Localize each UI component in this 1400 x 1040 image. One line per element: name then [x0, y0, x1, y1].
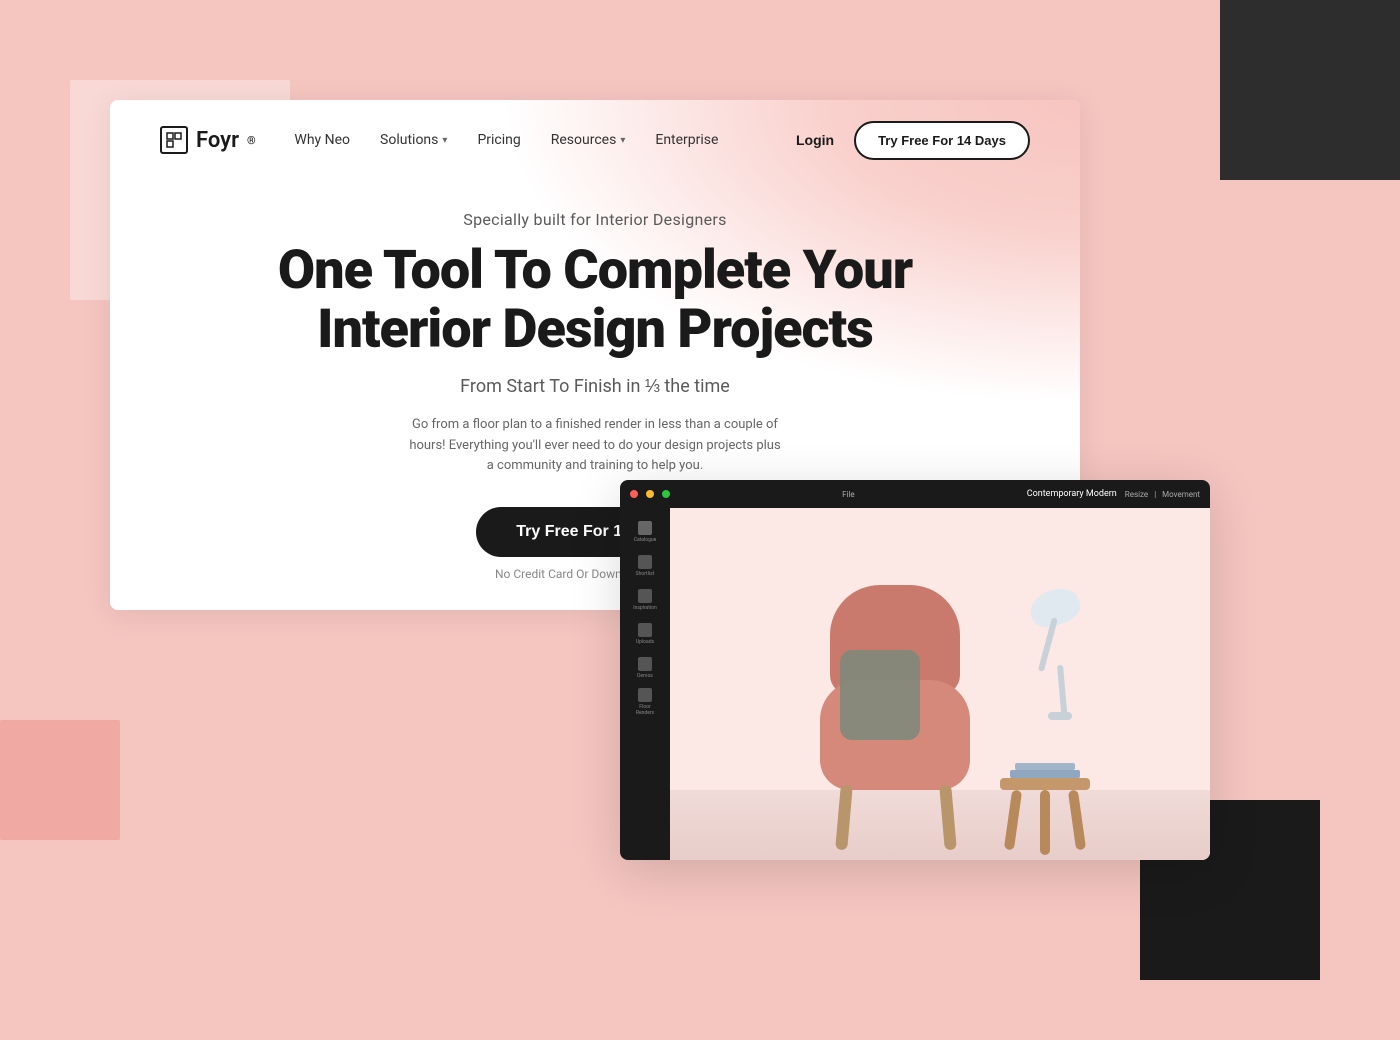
- hero-description: Go from a floor plan to a finished rende…: [405, 415, 785, 477]
- resize-icon: Resize: [1125, 490, 1148, 499]
- sidebar-item-inspiration: Inspiration: [631, 586, 659, 614]
- nav-link-why-neo[interactable]: Why Neo: [294, 132, 350, 148]
- nav-link-enterprise[interactable]: Enterprise: [655, 132, 718, 148]
- nav-link-pricing[interactable]: Pricing: [477, 132, 520, 148]
- bg-decoration-2: [0, 720, 120, 840]
- nav-actions: Login Try Free For 14 Days: [796, 121, 1030, 160]
- sidebar-item-shortlist: Shortlist: [631, 552, 659, 580]
- chair-leg-front-right: [939, 785, 957, 851]
- mockup-sidebar: Catalogue Shortlist Inspiration Uploads …: [620, 508, 670, 860]
- sidebar-item-demos: Demos: [631, 654, 659, 682]
- try-free-button[interactable]: Try Free For 14 Days: [854, 121, 1030, 160]
- hero-title: One Tool To Complete Your Interior Desig…: [190, 241, 1000, 360]
- file-menu: File: [678, 490, 1019, 499]
- logo-trademark: ®: [247, 134, 256, 147]
- sidebar-item-catalogue: Catalogue: [631, 518, 659, 546]
- hero-subtitle: Specially built for Interior Designers: [190, 210, 1000, 229]
- sidebar-item-floor-renders: Floor Renders: [631, 688, 659, 716]
- hero-tagline: From Start To Finish in ⅓ the time: [190, 376, 1000, 397]
- table-book-top: [1010, 770, 1080, 778]
- side-table: [1000, 778, 1090, 790]
- nav-link-solutions[interactable]: Solutions ▾: [380, 132, 447, 148]
- table-leg-1: [1004, 790, 1022, 851]
- mockup-body: Catalogue Shortlist Inspiration Uploads …: [620, 508, 1210, 860]
- mockup-canvas: [670, 508, 1210, 860]
- toolbar-icons: Resize | Movement: [1125, 490, 1200, 499]
- mockup-toolbar-title: Contemporary Modern: [1027, 489, 1117, 499]
- chevron-down-icon-2: ▾: [620, 135, 625, 146]
- logo-icon: [160, 126, 188, 154]
- mockup-toolbar: File Contemporary Modern Resize | Moveme…: [620, 480, 1210, 508]
- movement-icon: Movement: [1162, 490, 1200, 499]
- app-mockup: File Contemporary Modern Resize | Moveme…: [620, 480, 1210, 860]
- chair-cushion: [840, 650, 920, 740]
- table-book-bottom: [1015, 763, 1075, 770]
- table-leg-3: [1040, 790, 1050, 855]
- chair-leg-front-left: [835, 785, 853, 851]
- login-button[interactable]: Login: [796, 132, 834, 148]
- lamp: [1030, 590, 1080, 625]
- table-top: [1000, 778, 1090, 790]
- toolbar-close-dot: [630, 490, 638, 498]
- table-leg-2: [1068, 790, 1086, 851]
- chair-scene: [670, 508, 1210, 860]
- lamp-base: [1048, 712, 1072, 720]
- sidebar-item-uploads: Uploads: [631, 620, 659, 648]
- nav-link-resources[interactable]: Resources ▾: [551, 132, 626, 148]
- logo[interactable]: Foyr ®: [160, 126, 256, 154]
- nav-links: Why Neo Solutions ▾ Pricing Resources ▾ …: [294, 132, 718, 148]
- chevron-down-icon: ▾: [442, 135, 447, 146]
- toolbar-minimize-dot: [646, 490, 654, 498]
- logo-text: Foyr: [196, 128, 239, 153]
- bg-decoration-3: [1220, 0, 1400, 180]
- rotate-icon: |: [1154, 490, 1156, 499]
- navbar: Foyr ® Why Neo Solutions ▾ Pricing Resour…: [110, 100, 1080, 180]
- toolbar-maximize-dot: [662, 490, 670, 498]
